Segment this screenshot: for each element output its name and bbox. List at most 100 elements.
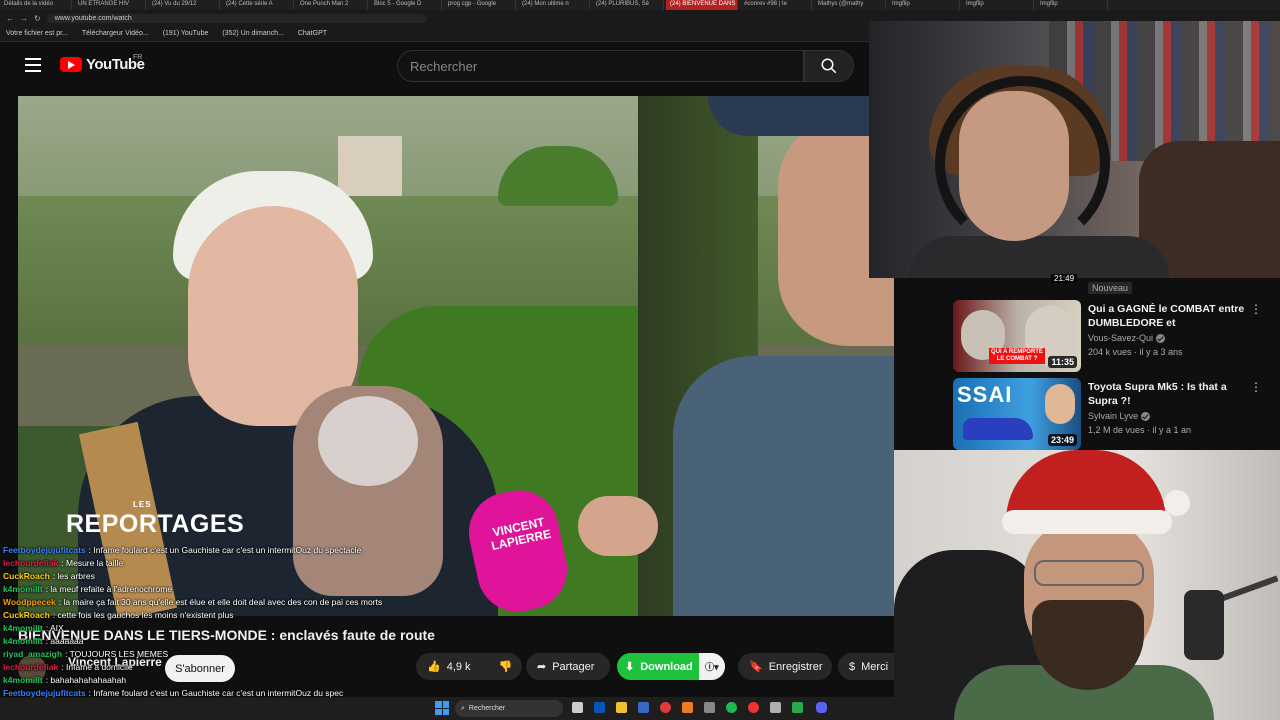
chat-username[interactable]: k4momillt — [3, 623, 43, 633]
app-icon[interactable] — [638, 702, 649, 713]
chat-username[interactable]: CuckRoach — [3, 571, 50, 581]
like-count[interactable]: 4,9 k — [447, 661, 471, 673]
thanks-label: Merci — [861, 660, 889, 673]
chat-text: Infame foulard c'est un Gauchiste car c'… — [93, 545, 362, 555]
browser-tab[interactable]: Détails de la vidéo — [0, 0, 72, 10]
thumbs-down-icon[interactable]: 👎 — [499, 660, 513, 673]
bookmark-item[interactable]: Votre fichier est pr... — [6, 30, 68, 37]
more-options-icon[interactable]: ⋮ — [1250, 302, 1262, 316]
chat-message: lechourdefiak: Infame a domicile — [3, 662, 133, 672]
video-player[interactable]: VINCENT LAPIERRE LES REPORTAGES — [18, 96, 894, 616]
chat-username[interactable]: CuckRoach — [3, 610, 50, 620]
chat-username[interactable]: lechourdefiak — [3, 558, 58, 568]
search-input[interactable] — [410, 58, 803, 74]
browser-tab[interactable]: prog cgp - Google — [444, 0, 516, 10]
video-thumbnail[interactable]: QUI A REMPORTÉ LE COMBAT ? 11:35 — [953, 300, 1081, 372]
spotify-icon[interactable] — [726, 702, 737, 713]
santa-hat-trim — [1002, 510, 1172, 534]
browser-tab[interactable]: (24) BIENVENUE DANS L — [666, 0, 738, 10]
chat-text: la maire ça fait 30 ans qu'elle est élue… — [63, 597, 383, 607]
windows-start-icon[interactable] — [435, 701, 449, 715]
folder-icon[interactable] — [616, 702, 627, 713]
search-box[interactable] — [397, 50, 804, 82]
chat-text: aaaaaaa — [50, 636, 84, 646]
app-icon[interactable] — [748, 702, 759, 713]
chat-username[interactable]: Woodppecek — [3, 597, 56, 607]
settings-icon[interactable] — [704, 702, 715, 713]
reload-icon[interactable]: ↻ — [34, 14, 41, 23]
browser-tab[interactable]: Bloc 5 - Google D — [370, 0, 442, 10]
list-item[interactable]: QUI A REMPORTÉ LE COMBAT ? 11:35 Qui a G… — [953, 300, 1273, 372]
recommendation-title[interactable]: Qui a GAGNÉ le COMBAT entre DUMBLEDORE e… — [1088, 302, 1248, 330]
browser-tab[interactable]: Imgflip — [888, 0, 960, 10]
chat-message: Feetboydejujufitcats: Infame foulard c'e… — [3, 688, 344, 698]
youtube-logo[interactable]: YouTube — [60, 56, 145, 73]
download-label: Download — [640, 660, 693, 673]
video-duration: 11:35 — [1048, 356, 1077, 368]
menu-icon[interactable] — [25, 58, 41, 72]
bookmark-item[interactable]: (352) Un dimanch... — [222, 30, 283, 37]
photoshop-icon[interactable] — [594, 702, 605, 713]
recommendation-meta: 1,2 M de vues · il y a 1 an — [1088, 425, 1192, 435]
recommendation-title[interactable]: Toyota Supra Mk5 : Is that a Supra ?! — [1088, 380, 1248, 408]
app-icon[interactable] — [792, 702, 803, 713]
taskbar-search[interactable]: ⌕ Rechercher — [455, 700, 563, 717]
video-dog-face — [318, 396, 418, 486]
chat-username[interactable]: k4momillt — [3, 584, 43, 594]
app-icon[interactable] — [770, 702, 781, 713]
more-options-icon[interactable]: ⋮ — [1250, 380, 1262, 394]
chat-username[interactable]: Feetboydejujufitcats — [3, 688, 86, 698]
bookmark-item[interactable]: ChatGPT — [298, 30, 327, 37]
thanks-icon: $ — [849, 660, 856, 673]
chat-username[interactable]: riyad_amazigh — [3, 649, 62, 659]
recommendation-meta: 204 k vues · il y a 3 ans — [1088, 347, 1183, 357]
show-brand-large: REPORTAGES — [66, 510, 245, 538]
chat-message: Woodppecek: la maire ça fait 30 ans qu'e… — [3, 597, 383, 607]
list-item[interactable]: SSAI 23:49 Toyota Supra Mk5 : Is that a … — [953, 378, 1273, 450]
info-icon[interactable]: ⓘ▾ — [698, 653, 725, 680]
chat-username[interactable]: k4momillt — [3, 636, 43, 646]
bookmark-item[interactable]: Téléchargeur Vidéo... — [82, 30, 149, 37]
video-man-jacket — [673, 356, 894, 616]
share-label: Partager — [552, 660, 595, 673]
stream-chat-overlay: Feetboydejujufitcats: Infame foulard c'e… — [3, 544, 443, 700]
recommendation-channel[interactable]: Vous-Savez-Qui — [1088, 333, 1166, 343]
task-view-icon[interactable] — [572, 702, 583, 713]
channel-label: Sylvain Lyve — [1088, 411, 1139, 421]
thumbnail-car — [963, 418, 1033, 440]
chat-username[interactable]: lechourdefiak — [3, 662, 58, 672]
bookmark-item[interactable]: (191) YouTube — [163, 30, 209, 37]
browser-tab[interactable]: (24) Vu du 29/12 — [148, 0, 220, 10]
show-brand-small: LES — [133, 500, 152, 509]
recommendation-channel[interactable]: Sylvain Lyve — [1088, 411, 1151, 421]
download-button[interactable]: ⬇ Download ⓘ▾ — [617, 653, 725, 680]
chat-text: bahahahahahaahah — [50, 675, 127, 685]
search-button[interactable] — [804, 50, 854, 82]
browser-tab[interactable]: (24) PLURIBUS, Sé — [592, 0, 664, 10]
discord-icon[interactable] — [816, 702, 827, 713]
verified-icon — [1141, 411, 1151, 421]
browser-tab[interactable]: (24) Cette série A — [222, 0, 294, 10]
taskbar-search-label: Rechercher — [468, 705, 506, 712]
chat-username[interactable]: Feetboydejujufitcats — [3, 545, 86, 555]
forward-icon[interactable]: → — [20, 14, 28, 23]
url-field[interactable]: www.youtube.com/watch — [46, 13, 427, 23]
browser-tab[interactable]: One Punch Man 2 — [296, 0, 368, 10]
share-button[interactable]: ➦ Partager — [526, 653, 610, 680]
chat-message: k4momillt: bahahahahahaahah — [3, 675, 127, 685]
browser-tab[interactable]: (24) Mon ultime n — [518, 0, 590, 10]
browser-tab[interactable]: UN ETRANGE HIV — [74, 0, 146, 10]
browser-tab[interactable]: #conrev #98 | te — [740, 0, 812, 10]
thumbnail-face — [1045, 384, 1075, 424]
opera-icon[interactable] — [660, 702, 671, 713]
save-button[interactable]: 🔖 Enregistrer — [738, 653, 832, 680]
chat-text: la meuf refaite à l'adrenochrome — [50, 584, 173, 594]
browser-tab[interactable]: Mathys (@mathy — [814, 0, 886, 10]
back-icon[interactable]: ← — [6, 14, 14, 23]
webcam-streamer-1 — [869, 21, 1280, 278]
browser-tab[interactable]: Imgflip — [1036, 0, 1108, 10]
browser-tab[interactable]: Imgflip — [962, 0, 1034, 10]
video-thumbnail[interactable]: SSAI 23:49 — [953, 378, 1081, 450]
chat-username[interactable]: k4momillt — [3, 675, 43, 685]
brave-icon[interactable] — [682, 702, 693, 713]
